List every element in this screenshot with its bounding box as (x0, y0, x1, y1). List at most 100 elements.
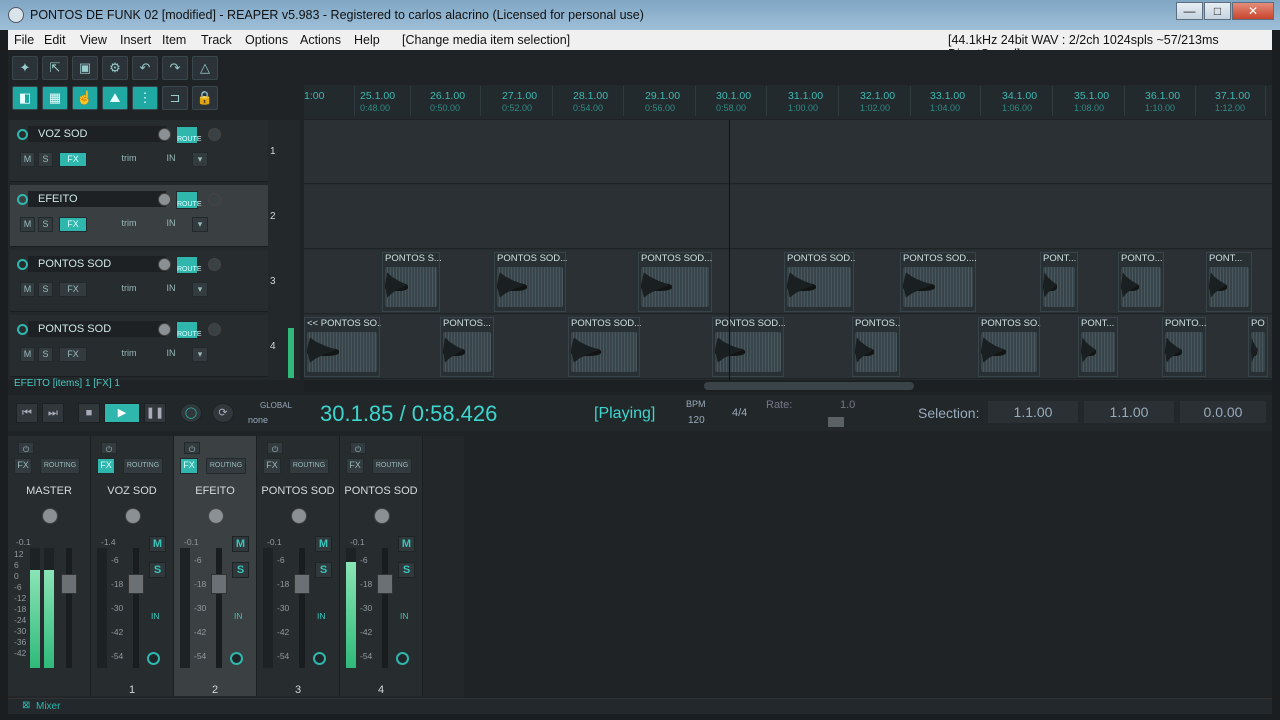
redo-icon[interactable]: ↷ (162, 56, 188, 80)
trim-label[interactable]: trim (108, 217, 150, 232)
volume-knob[interactable] (158, 128, 171, 141)
volume-fader[interactable] (128, 548, 144, 668)
menu-actions[interactable]: Actions (300, 33, 341, 47)
play-icon[interactable]: ▶ (104, 403, 140, 423)
rate-slider[interactable] (828, 417, 844, 427)
rate-value[interactable]: 1.0 (840, 399, 855, 411)
time-signature[interactable]: 4/4 (732, 407, 747, 419)
volume-knob[interactable] (158, 193, 171, 206)
route-button[interactable]: ROUTE (176, 191, 202, 209)
snap-grid-icon[interactable]: ⋮ (132, 86, 158, 110)
lock-icon[interactable]: 🔒 (192, 86, 218, 110)
track-3-strip[interactable]: FX ROUTING ⏻ PONTOS SOD -0.1 -6 -18 -30 -42 -54 M S… (257, 436, 340, 696)
global-automation-label[interactable]: GLOBAL (260, 401, 292, 410)
media-item[interactable]: PONTO... (1162, 317, 1207, 377)
track-name[interactable]: PONTOS SOD (17, 321, 166, 337)
chevron-down-icon[interactable]: ▾ (192, 347, 208, 362)
chevron-down-icon[interactable]: ▾ (192, 152, 208, 167)
track-name[interactable]: PONTOS SOD (17, 256, 166, 272)
pan-knob[interactable] (291, 508, 307, 524)
menu-help[interactable]: Help (354, 33, 380, 47)
media-item[interactable]: PONTOS SOD.... (900, 252, 977, 312)
media-item[interactable]: PONTOS SOD.... (638, 252, 713, 312)
solo-button[interactable]: S (38, 347, 53, 362)
record-arm-icon[interactable] (208, 193, 221, 206)
fader-cap[interactable] (294, 574, 310, 594)
scroll-thumb[interactable] (704, 382, 914, 390)
project-settings-icon[interactable]: ⚙ (102, 56, 128, 80)
minimize-button[interactable]: — (1176, 2, 1203, 20)
media-item[interactable]: PONTOS SOD.... (494, 252, 567, 312)
fx-button[interactable]: FX (97, 458, 115, 474)
media-item[interactable]: PONTO... (1118, 252, 1164, 312)
mute-button[interactable]: M (20, 282, 35, 297)
route-button[interactable]: ROUTE (176, 126, 202, 144)
volume-fader[interactable] (61, 548, 77, 668)
route-button[interactable]: ROUTE (176, 256, 202, 274)
strip-name[interactable]: VOZ SOD (91, 485, 173, 497)
fader-cap[interactable] (377, 574, 393, 594)
bpm-value[interactable]: 120 (688, 415, 705, 426)
mute-button[interactable]: M (20, 347, 35, 362)
go-start-icon[interactable]: ⏮ (16, 403, 38, 423)
ripple-edit-icon[interactable]: ▦ (42, 86, 68, 110)
routing-button[interactable]: ROUTING (289, 458, 329, 474)
maximize-button[interactable]: □ (1204, 2, 1231, 20)
mute-button[interactable]: M (149, 536, 166, 552)
input-label[interactable]: IN (156, 152, 186, 167)
selection-start[interactable]: 1.1.00 (988, 401, 1078, 423)
power-icon[interactable]: ⏻ (18, 442, 34, 454)
stop-icon[interactable]: ■ (78, 403, 100, 423)
master-strip[interactable]: FXROUTINGMONO⏻MASTER-0.11260-6-12-18-24-… (8, 436, 123, 696)
fx-button[interactable]: FX (14, 458, 32, 474)
media-item[interactable]: PONTOS SO... (978, 317, 1041, 377)
save-project-icon[interactable]: ▣ (72, 56, 98, 80)
input-label[interactable]: IN (400, 610, 409, 622)
record-arm-icon[interactable] (313, 652, 326, 665)
fx-button[interactable]: FX (59, 217, 87, 232)
record-arm-icon[interactable] (230, 652, 243, 665)
fx-button[interactable]: FX (59, 347, 87, 362)
track-name[interactable]: EFEITO (17, 191, 166, 207)
menu-view[interactable]: View (80, 33, 107, 47)
fx-button[interactable]: FX (59, 152, 87, 167)
metronome-icon[interactable]: △ (192, 56, 218, 80)
trim-label[interactable]: trim (108, 152, 150, 167)
media-item[interactable]: PONTOS S... (382, 252, 441, 312)
strip-name[interactable]: PONTOS SOD (257, 485, 339, 497)
loop-icon[interactable]: ⊐ (162, 86, 188, 110)
lane-track-1[interactable] (304, 120, 1272, 184)
volume-knob[interactable] (158, 323, 171, 336)
strip-name[interactable]: EFEITO (174, 485, 256, 497)
trim-label[interactable]: trim (108, 282, 150, 297)
power-icon[interactable]: ⏻ (184, 442, 200, 454)
fx-button[interactable]: FX (263, 458, 281, 474)
close-button[interactable]: ✕ (1232, 2, 1274, 20)
arrange-view[interactable]: PONTOS S... PONTOS SOD.... PONTOS SOD.... P… (304, 120, 1272, 380)
record-arm-icon[interactable] (396, 652, 409, 665)
pause-icon[interactable]: ❚❚ (144, 403, 166, 423)
grid-snap-icon[interactable]: ◧ (12, 86, 38, 110)
routing-button[interactable]: ROUTING (206, 458, 246, 474)
solo-button[interactable]: S (149, 562, 166, 578)
input-label[interactable]: IN (156, 282, 186, 297)
open-project-icon[interactable]: ⇱ (42, 56, 68, 80)
record-icon[interactable]: ◯ (180, 403, 202, 423)
input-label[interactable]: IN (156, 347, 186, 362)
routing-button[interactable]: ROUTING (372, 458, 412, 474)
go-end-icon[interactable]: ⏭ (42, 403, 64, 423)
lane-track-3[interactable]: PONTOS S... PONTOS SOD.... PONTOS SOD.... P… (304, 250, 1272, 314)
track-2-header[interactable]: EFEITO ROUTE M S FX trim IN ▾ (10, 185, 268, 247)
media-item[interactable]: PONTOS... (852, 317, 901, 377)
input-label[interactable]: IN (317, 610, 326, 622)
selection-length[interactable]: 0.0.00 (1180, 401, 1266, 423)
global-automation-value[interactable]: none (248, 415, 268, 425)
media-item[interactable]: PONT... (1206, 252, 1252, 312)
strip-name[interactable]: MASTER (8, 485, 90, 497)
input-label[interactable]: IN (156, 217, 186, 232)
play-cursor[interactable] (729, 120, 730, 380)
fader-cap[interactable] (128, 574, 144, 594)
input-label[interactable]: IN (151, 610, 160, 622)
envelope-icon[interactable]: ⛰ (102, 86, 128, 110)
track-2-strip[interactable]: FX ROUTING ⏻ EFEITO -0.1 -6 -18 -30 -42 -54 M S IN 2 (174, 436, 257, 696)
